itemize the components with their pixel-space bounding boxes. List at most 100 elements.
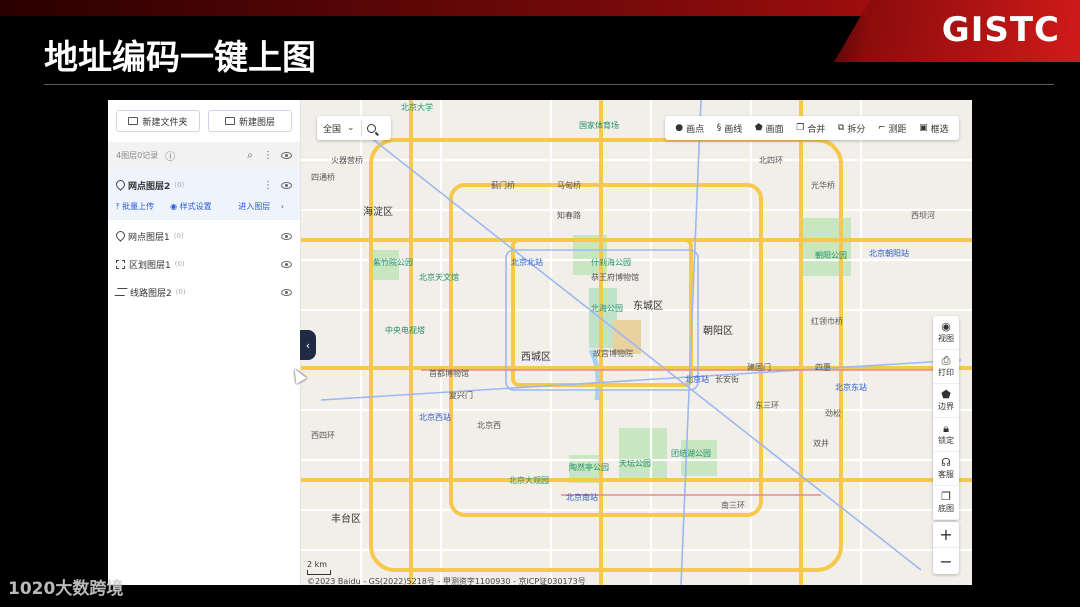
eye-icon[interactable] — [280, 258, 292, 270]
box-select-icon: ▣ — [919, 123, 928, 133]
polyline-icon: § — [716, 123, 722, 133]
split-button[interactable]: ⧉ 拆分 — [838, 122, 865, 135]
map-road-label: 南三环 — [721, 501, 745, 510]
map-road-label: 东三环 — [755, 401, 779, 410]
layer-count: (0) — [174, 260, 185, 268]
scale-bar: 2 km — [307, 560, 331, 575]
toolbar-label: 测距 — [888, 124, 907, 135]
map-canvas[interactable]: 海淀区 西城区 东城区 朝阳区 丰台区 北京大学 国家体育场 光华桥 火器营桥 … — [301, 100, 972, 585]
map-poi-label: 国家体育场 — [579, 121, 619, 130]
search-icon[interactable] — [366, 123, 376, 133]
map-poi-label: 北京天文馆 — [419, 273, 459, 282]
layer-item[interactable]: 网点图层1 (0) — [116, 222, 292, 250]
tool-label: 客服 — [938, 470, 954, 479]
layers-icon: ❐ — [941, 490, 951, 503]
line-icon — [114, 288, 128, 296]
tool-label: 边界 — [938, 402, 954, 411]
eye-icon[interactable] — [280, 179, 292, 191]
map-road-label: 西坝河 — [911, 211, 935, 220]
map-poi-label: 陶然亭公园 — [569, 463, 609, 472]
new-folder-label: 新建文件夹 — [142, 117, 188, 128]
map-poi-label: 天坛公园 — [619, 459, 651, 468]
map-road-label: 北四环 — [759, 156, 783, 165]
print-button[interactable]: ⎙ 打印 — [933, 350, 959, 384]
new-layer-button[interactable]: 新建图层 — [208, 110, 292, 132]
layer-name: 区划图层1 — [129, 260, 171, 271]
toolbar-label: 画线 — [724, 124, 743, 135]
active-layer-item[interactable]: 网点图层2 (0) ⋮ ⤒ 批量上传 ◉ 样式设置 进入图层 › — [108, 168, 300, 220]
eye-icon: ◉ — [941, 320, 951, 333]
lock-icon: 🔒︎ — [943, 422, 949, 435]
pin-icon — [116, 231, 124, 241]
enter-layer-label: 进入图层 — [238, 201, 271, 211]
map-road-label: 红领巾桥 — [811, 317, 843, 326]
map-search-box[interactable]: 全国 ⌄ — [317, 116, 391, 140]
layers-icon — [224, 117, 235, 125]
pin-icon — [116, 180, 124, 190]
map-poi-label: 紫竹院公园 — [373, 258, 413, 267]
info-icon: ⓘ — [165, 151, 176, 163]
ruler-icon: ⌐ — [877, 123, 886, 133]
map-poi-label: 朝阳公园 — [815, 251, 847, 260]
zoom-out-button[interactable]: − — [933, 548, 959, 574]
title-divider — [44, 84, 1054, 85]
toolbar-label: 拆分 — [847, 124, 866, 135]
eye-icon[interactable] — [280, 230, 292, 242]
style-settings-label: 样式设置 — [179, 201, 212, 211]
box-select-button[interactable]: ▣ 框选 — [919, 122, 949, 135]
chevron-down-icon: ⌄ — [347, 123, 355, 133]
tool-label: 打印 — [938, 368, 954, 377]
zoom-in-button[interactable]: + — [933, 522, 959, 548]
merge-button[interactable]: ❐ 合并 — [796, 122, 825, 135]
draw-polygon-button[interactable]: ⬟ 画面 — [755, 122, 784, 135]
pin-icon: ● — [675, 123, 684, 133]
more-vertical-icon[interactable]: ⋮ — [262, 179, 274, 191]
new-folder-button[interactable]: 新建文件夹 — [116, 110, 200, 132]
measure-button[interactable]: ⌐ 测距 — [878, 122, 907, 135]
visibility-all-icon[interactable] — [280, 149, 292, 161]
map-copyright: ©2023 Baidu - GS(2022)5218号 - 甲测资字110093… — [307, 577, 586, 585]
lock-button[interactable]: 🔒︎ 锁定 — [933, 418, 959, 452]
map-poi-label: 北海公园 — [591, 304, 623, 313]
support-button[interactable]: ☊ 客服 — [933, 452, 959, 486]
draw-line-button[interactable]: § 画线 — [717, 122, 743, 135]
district-label: 朝阳区 — [703, 326, 733, 337]
map-road-label: 蓟门桥 — [491, 181, 515, 190]
toolbar-label: 合并 — [807, 124, 826, 135]
map-road-label: 火器营桥 — [331, 156, 363, 165]
layer-sidebar: 新建文件夹 新建图层 4图层0记录 ⓘ ⌕ ⋮ 网点图层2 (0) ⋮ ⤒ 批量… — [108, 100, 301, 585]
polygon-icon: ⬟ — [754, 123, 763, 133]
map-road-label: 双井 — [813, 439, 829, 448]
boundary-button[interactable]: ⬟ 边界 — [933, 384, 959, 418]
slide-title: 地址编码一键上图 — [44, 38, 316, 78]
collapse-sidebar-button[interactable]: ‹ — [300, 330, 316, 360]
search-icon[interactable]: ⌕ — [244, 149, 256, 161]
map-station-label: 北京朝阳站 — [869, 249, 909, 258]
map-road-label: 四通桥 — [311, 173, 335, 182]
map-road-label: 劲松 — [825, 409, 841, 418]
draw-point-button[interactable]: ● 画点 — [675, 122, 704, 135]
watermark: 1020大数跨境 — [8, 579, 124, 599]
toolbar-label: 画面 — [765, 124, 784, 135]
draw-toolbar: ● 画点 § 画线 ⬟ 画面 ❐ 合并 ⧉ 拆分 ⌐ 测距 ▣ 框选 — [665, 116, 959, 140]
style-settings-link[interactable]: ◉ 样式设置 — [170, 201, 220, 212]
basemap-button[interactable]: ❐ 底图 — [933, 486, 959, 520]
layer-item[interactable]: 区划图层1 (0) — [116, 250, 292, 278]
layer-item[interactable]: 线路图层2 (0) — [114, 278, 292, 306]
search-scope-select[interactable]: 全国 — [323, 122, 341, 135]
map-road-label: 光华桥 — [811, 181, 835, 190]
map-road-label: 西四环 — [311, 431, 335, 440]
map-road-label: 长安街 — [715, 375, 739, 384]
map-road-label: 北京西 — [477, 421, 501, 430]
layer-name: 网点图层1 — [128, 232, 170, 243]
batch-upload-link[interactable]: ⤒ 批量上传 — [116, 201, 162, 212]
map-road-label: 四惠 — [815, 363, 831, 372]
eye-icon[interactable] — [280, 286, 292, 298]
folder-icon — [128, 117, 139, 125]
view-button[interactable]: ◉ 视图 — [933, 316, 959, 350]
map-station-label: 北京北站 — [511, 258, 543, 267]
layer-list: 网点图层1 (0) 区划图层1 (0) 线路图层2 (0) — [108, 220, 300, 308]
more-vertical-icon[interactable]: ⋮ — [262, 149, 274, 161]
enter-layer-link[interactable]: 进入图层 › — [238, 201, 284, 212]
layer-count-row: 4图层0记录 ⓘ ⌕ ⋮ — [108, 142, 300, 168]
